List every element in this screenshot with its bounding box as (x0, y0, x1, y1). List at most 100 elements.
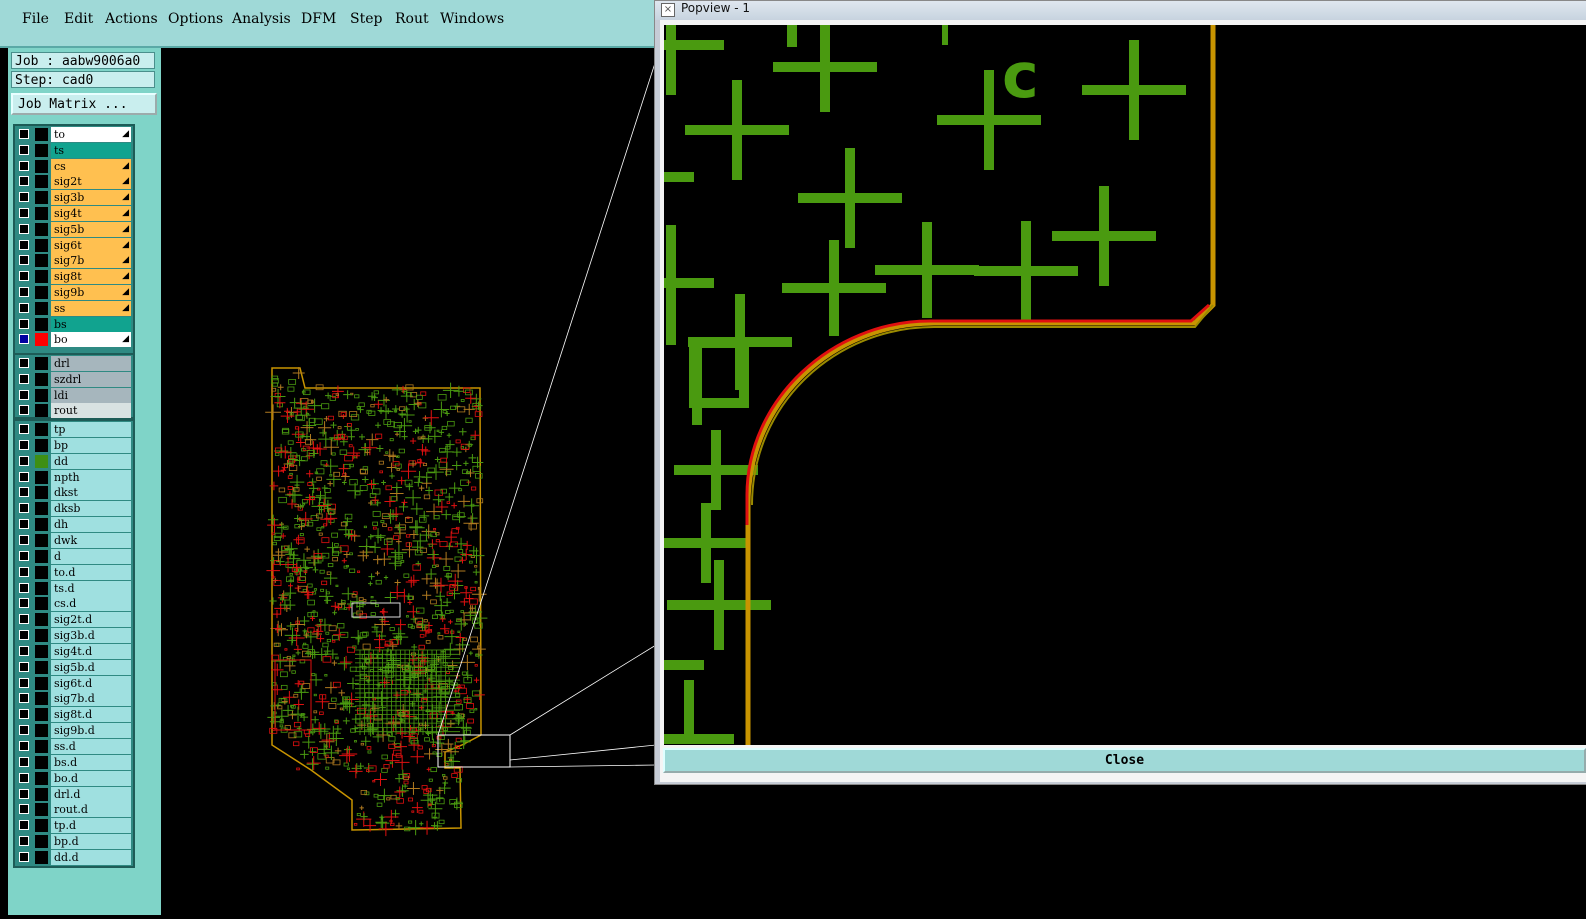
layer-row-bs[interactable]: bs (15, 316, 133, 332)
layer-name[interactable]: dkst (51, 485, 131, 501)
layer-row-ss[interactable]: ss ◢ (15, 300, 133, 316)
layer-name[interactable]: dksb (51, 501, 131, 517)
layer-color-swatch[interactable] (35, 454, 48, 468)
layer-color-swatch[interactable] (35, 238, 48, 252)
layer-display-checkbox[interactable] (19, 239, 29, 250)
menu-options[interactable]: Options (168, 11, 223, 27)
menu-dfm[interactable]: DFM (301, 11, 336, 27)
menu-analysis[interactable]: Analysis (232, 11, 291, 27)
layer-color-swatch[interactable] (35, 388, 48, 402)
layer-row-sig3b[interactable]: sig3b ◢ (15, 190, 133, 206)
layer-display-checkbox[interactable] (19, 677, 29, 688)
layer-name[interactable]: bp (51, 437, 131, 453)
layer-row-ldi[interactable]: ldi (15, 387, 133, 403)
layer-name[interactable]: ts (51, 142, 131, 158)
layer-display-checkbox[interactable] (19, 598, 29, 609)
layer-color-swatch[interactable] (35, 581, 48, 595)
layer-color-swatch[interactable] (35, 357, 48, 370)
popview-close-button[interactable]: Close (663, 748, 1586, 773)
layer-color-swatch[interactable] (35, 470, 48, 484)
layer-name[interactable]: dwk (51, 532, 131, 548)
layer-name[interactable]: ss.d (51, 739, 131, 754)
layer-color-swatch[interactable] (35, 423, 48, 436)
layer-display-checkbox[interactable] (19, 176, 29, 187)
layer-display-checkbox[interactable] (19, 439, 29, 450)
layer-display-checkbox[interactable] (19, 756, 29, 767)
layer-color-swatch[interactable] (35, 128, 48, 141)
layer-display-checkbox[interactable] (19, 223, 29, 234)
layer-row-sig8t-d[interactable]: sig8t.d (15, 707, 133, 723)
layer-name[interactable]: sig7b ◢ (51, 253, 131, 269)
layer-row-sig2t-d[interactable]: sig2t.d (15, 612, 133, 628)
layer-display-checkbox[interactable] (19, 725, 29, 736)
layer-color-swatch[interactable] (35, 803, 48, 817)
layer-name[interactable]: sig2t.d (51, 612, 131, 628)
layer-row-dwk[interactable]: dwk (15, 532, 133, 548)
layer-color-swatch[interactable] (35, 502, 48, 516)
layer-color-swatch[interactable] (35, 644, 48, 658)
layer-row-sig2t[interactable]: sig2t ◢ (15, 174, 133, 190)
layer-display-checkbox[interactable] (19, 645, 29, 656)
layer-color-swatch[interactable] (35, 333, 48, 347)
layer-name[interactable]: szdrl (51, 371, 131, 387)
layer-display-checkbox[interactable] (19, 287, 29, 297)
layer-row-d[interactable]: d (15, 548, 133, 564)
layer-display-checkbox[interactable] (19, 144, 29, 155)
layer-row-tp[interactable]: tp (15, 422, 133, 437)
layer-name[interactable]: sig6t ◢ (51, 237, 131, 253)
layer-name[interactable]: ldi (51, 387, 131, 403)
layer-display-checkbox[interactable] (19, 804, 29, 815)
layer-name[interactable]: drl.d (51, 786, 131, 802)
layer-name[interactable]: to.d (51, 564, 131, 580)
layer-color-swatch[interactable] (35, 286, 48, 299)
layer-color-swatch[interactable] (35, 301, 48, 315)
menu-rout[interactable]: Rout (395, 11, 429, 27)
layer-color-swatch[interactable] (35, 486, 48, 500)
layer-row-sig9b[interactable]: sig9b ◢ (15, 285, 133, 300)
layer-name[interactable]: ss ◢ (51, 300, 131, 316)
layer-display-checkbox[interactable] (19, 582, 29, 593)
layer-display-checkbox[interactable] (19, 550, 29, 561)
layer-color-swatch[interactable] (35, 629, 48, 643)
layer-display-checkbox[interactable] (19, 772, 29, 783)
layer-name[interactable]: cs.d (51, 596, 131, 612)
layer-name[interactable]: sig8t.d (51, 707, 131, 723)
layer-display-checkbox[interactable] (19, 693, 29, 704)
layer-row-sig5b[interactable]: sig5b ◢ (15, 221, 133, 237)
layer-row-dkst[interactable]: dkst (15, 485, 133, 501)
layer-name[interactable]: d (51, 548, 131, 564)
layer-name[interactable]: sig8t ◢ (51, 269, 131, 285)
layer-color-swatch[interactable] (35, 708, 48, 722)
layer-display-checkbox[interactable] (19, 471, 29, 482)
layer-name[interactable]: npth (51, 469, 131, 485)
layer-row-sig4t-d[interactable]: sig4t.d (15, 643, 133, 659)
layer-name[interactable]: sig9b ◢ (51, 285, 131, 300)
layer-name[interactable]: ts.d (51, 580, 131, 596)
layer-row-sig4t[interactable]: sig4t ◢ (15, 206, 133, 221)
layer-row-szdrl[interactable]: szdrl (15, 371, 133, 387)
layer-color-swatch[interactable] (35, 850, 48, 864)
layer-row-sig6t[interactable]: sig6t ◢ (15, 237, 133, 253)
layer-color-swatch[interactable] (35, 143, 48, 157)
layer-row-bp-d[interactable]: bp.d (15, 834, 133, 850)
menu-actions[interactable]: Actions (105, 11, 158, 27)
layer-color-swatch[interactable] (35, 404, 48, 418)
layer-color-swatch[interactable] (35, 787, 48, 801)
layer-row-sig3b-d[interactable]: sig3b.d (15, 628, 133, 644)
layer-name[interactable]: sig4t.d (51, 643, 131, 659)
layer-color-swatch[interactable] (35, 518, 48, 532)
layer-display-checkbox[interactable] (19, 661, 29, 672)
layer-color-swatch[interactable] (35, 565, 48, 579)
layer-display-checkbox[interactable] (19, 358, 29, 368)
layer-row-dd-d[interactable]: dd.d (15, 849, 133, 865)
layer-row-drl[interactable]: drl (15, 356, 133, 371)
popview-zoom-view[interactable]: c (664, 25, 1586, 745)
layer-name[interactable]: rout.d (51, 802, 131, 818)
layer-display-checkbox[interactable] (19, 534, 29, 545)
layer-name[interactable]: bp.d (51, 834, 131, 850)
layer-row-dh[interactable]: dh (15, 517, 133, 533)
layer-display-checkbox[interactable] (19, 255, 29, 266)
layer-color-swatch[interactable] (35, 159, 48, 173)
layer-display-checkbox[interactable] (19, 208, 29, 218)
layer-display-checkbox[interactable] (19, 405, 29, 416)
